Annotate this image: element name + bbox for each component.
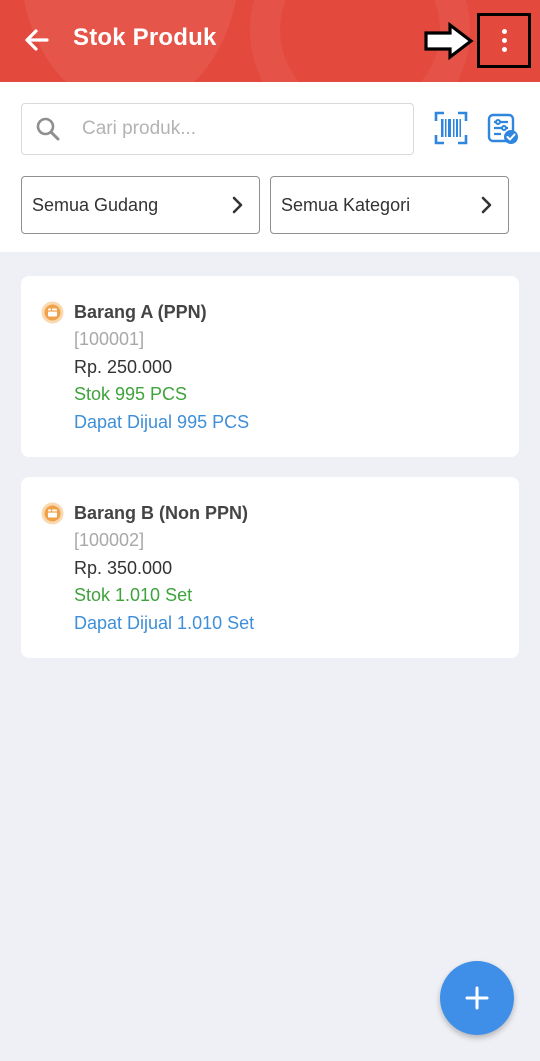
- barcode-scan-icon: [434, 111, 468, 145]
- chevron-right-icon: [232, 196, 243, 214]
- category-filter-dropdown[interactable]: Semua Kategori: [270, 176, 509, 234]
- product-price: Rp. 350.000: [74, 558, 173, 578]
- more-options-button[interactable]: [477, 13, 531, 68]
- warehouse-filter-dropdown[interactable]: Semua Gudang: [21, 176, 260, 234]
- back-button[interactable]: [20, 22, 54, 58]
- search-filter-panel: Semua Gudang Semua Kategori: [0, 82, 540, 252]
- chevron-right-icon: [481, 196, 492, 214]
- product-price: Rp. 250.000: [74, 357, 173, 377]
- search-box: [21, 103, 414, 155]
- product-card[interactable]: Barang A (PPN) [100001] Rp. 250.000 Stok…: [21, 276, 519, 457]
- filter-settings-icon: [487, 113, 518, 144]
- app-header: Stok Produk: [0, 0, 540, 82]
- warehouse-filter-label: Semua Gudang: [32, 195, 159, 215]
- product-box-icon: [41, 301, 64, 324]
- product-sellable: Dapat Dijual 995 PCS: [74, 412, 250, 432]
- product-sellable: Dapat Dijual 1.010 Set: [74, 613, 255, 633]
- product-stock: Stok 995 PCS: [74, 384, 188, 404]
- category-filter-label: Semua Kategori: [281, 195, 411, 215]
- outline-arrow-right-icon: [424, 22, 474, 60]
- product-card[interactable]: Barang B (Non PPN) [100002] Rp. 350.000 …: [21, 477, 519, 658]
- product-code: [100002]: [74, 530, 145, 550]
- plus-icon: [465, 986, 489, 1010]
- app-screen: Stok Produk Cari produk... Semua Gudang …: [0, 0, 540, 1061]
- product-stock: Stok 1.010 Set: [74, 585, 193, 605]
- add-product-button[interactable]: [440, 961, 514, 1035]
- arrow-left-icon: [25, 29, 49, 51]
- more-vertical-icon: [501, 29, 507, 52]
- barcode-scan-button[interactable]: [434, 111, 468, 145]
- search-input[interactable]: [82, 104, 402, 154]
- product-name: Barang A (PPN): [74, 302, 207, 322]
- filter-settings-button[interactable]: [487, 113, 519, 145]
- product-box-icon: [41, 502, 64, 525]
- product-name: Barang B (Non PPN): [74, 503, 249, 523]
- page-title: Stok Produk: [73, 24, 217, 51]
- search-icon: [36, 117, 60, 141]
- product-code: [100001]: [74, 329, 145, 349]
